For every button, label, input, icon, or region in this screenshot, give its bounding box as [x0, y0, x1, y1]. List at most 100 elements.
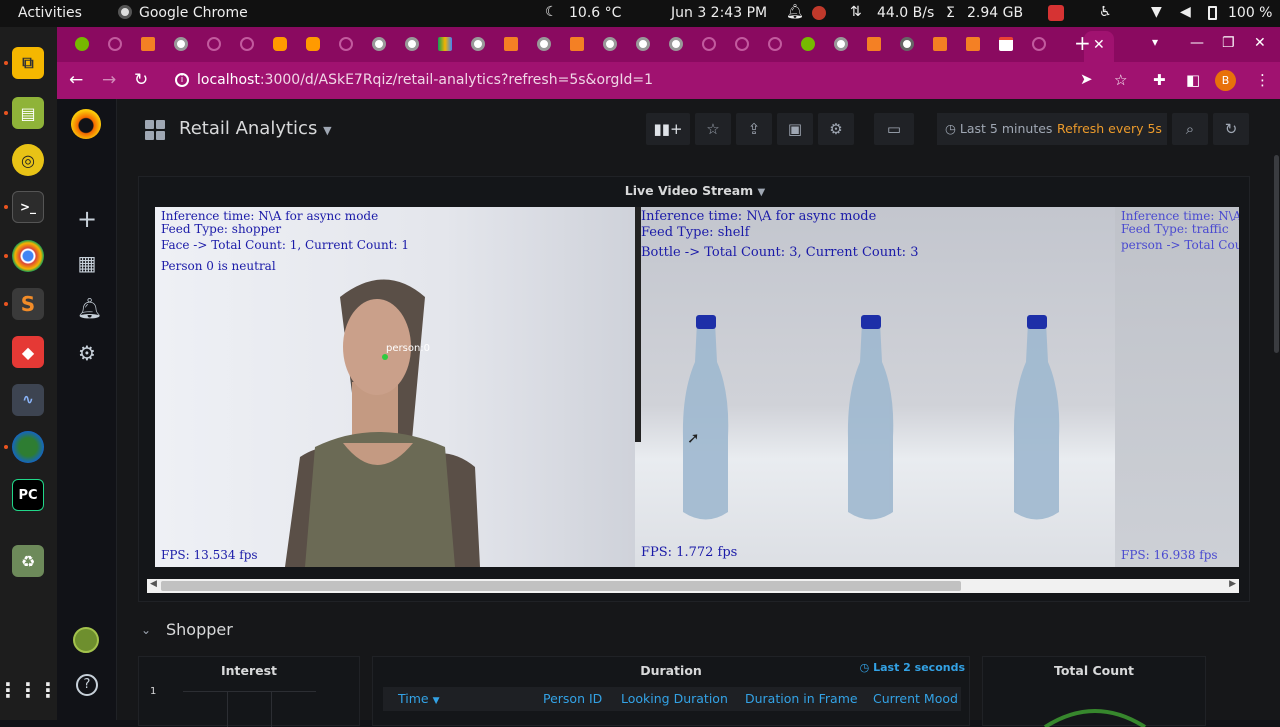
share-dashboard-button[interactable]: ⇪	[736, 113, 772, 145]
new-tab-button[interactable]: +	[1074, 31, 1091, 55]
tab-favicon[interactable]	[537, 37, 551, 51]
close-window-icon[interactable]: ✕	[1254, 35, 1266, 51]
back-arrow-icon[interactable]: ←	[69, 70, 83, 90]
tv-mode-button[interactable]: ▭	[874, 113, 914, 145]
time-range-label[interactable]: ◷ Last 5 minutes	[945, 121, 1052, 136]
tab-favicon[interactable]	[306, 37, 320, 51]
tab-favicon[interactable]	[75, 37, 89, 51]
vertical-scrollbar[interactable]	[1272, 155, 1280, 355]
chrome-dock-icon[interactable]	[12, 240, 44, 272]
tab-favicon[interactable]	[141, 37, 155, 51]
pycharm-app-icon[interactable]: PC	[12, 479, 44, 511]
tab-favicon[interactable]	[207, 37, 221, 51]
dashboard-title[interactable]: Retail Analytics ▼	[179, 118, 332, 139]
clock[interactable]: Jun 3 2:43 PM	[671, 5, 767, 21]
trash-icon[interactable]: ♻	[12, 545, 44, 577]
accessibility-icon[interactable]: ♿︎	[1099, 4, 1112, 20]
tab-favicon[interactable]	[240, 37, 254, 51]
dashboard-settings-button[interactable]: ⚙	[818, 113, 854, 145]
tab-favicon[interactable]	[570, 37, 584, 51]
bookmark-star-icon[interactable]: ☆	[1114, 71, 1127, 89]
sublime-app-icon[interactable]: S	[12, 288, 44, 320]
help-icon[interactable]: ?	[76, 674, 98, 696]
tab-favicon[interactable]	[933, 37, 947, 51]
tab-favicon[interactable]	[372, 37, 386, 51]
tab-favicon[interactable]	[471, 37, 485, 51]
tab-favicon[interactable]	[900, 37, 914, 51]
activities-button[interactable]: Activities	[18, 5, 82, 21]
scroll-left-arrow-icon[interactable]: ◀	[150, 579, 157, 589]
restore-icon[interactable]: ❐	[1222, 35, 1235, 51]
column-header-person-id[interactable]: Person ID	[543, 691, 602, 706]
minimize-icon[interactable]: —	[1190, 35, 1204, 51]
tab-favicon[interactable]	[801, 37, 815, 51]
grafana-logo-icon[interactable]	[71, 109, 101, 139]
column-header-duration-in-frame[interactable]: Duration in Frame	[745, 691, 858, 706]
side-panel-icon[interactable]: ◧	[1186, 71, 1200, 89]
files-app-icon[interactable]: ▤	[12, 97, 44, 129]
tab-favicon[interactable]	[636, 37, 650, 51]
tab-favicon[interactable]	[669, 37, 683, 51]
panel-title[interactable]: Interest	[139, 663, 359, 678]
anydesk-app-icon[interactable]: ◆	[12, 336, 44, 368]
configuration-gear-icon[interactable]: ⚙	[77, 341, 97, 365]
site-info-icon[interactable]: i	[175, 73, 189, 87]
forward-arrow-icon[interactable]: →	[102, 70, 116, 90]
tab-favicon[interactable]	[405, 37, 419, 51]
reload-icon[interactable]: ↻	[134, 70, 148, 90]
tab-favicon[interactable]	[273, 37, 287, 51]
scroll-right-arrow-icon[interactable]: ▶	[1229, 579, 1236, 589]
add-panel-button[interactable]: ▮▮+	[646, 113, 690, 145]
refresh-button[interactable]: ↻	[1213, 113, 1249, 145]
collapse-chevron-icon[interactable]: ⌄	[141, 623, 151, 637]
tab-favicon[interactable]	[504, 37, 518, 51]
drive-tab-favicon[interactable]	[438, 37, 452, 51]
weather-temp[interactable]: 10.6 °C	[569, 5, 621, 21]
tab-favicon[interactable]	[339, 37, 353, 51]
save-dashboard-button[interactable]: ▣	[777, 113, 813, 145]
browser-globe-icon[interactable]	[12, 431, 44, 463]
time-picker[interactable]: ◷ Last 5 minutes Refresh every 5s	[937, 113, 1167, 145]
tab-favicon[interactable]	[1032, 37, 1046, 51]
tab-favicon[interactable]	[768, 37, 782, 51]
tab-favicon[interactable]	[834, 37, 848, 51]
rhythmbox-app-icon[interactable]: ◎	[12, 144, 44, 176]
anydesk-tray-icon[interactable]	[1048, 5, 1064, 21]
wifi-icon[interactable]: ▼	[1151, 4, 1162, 20]
close-tab-icon[interactable]: ✕	[1093, 37, 1105, 53]
zoom-out-search-icon[interactable]: ⌕	[1172, 113, 1208, 145]
battery-level[interactable]: 100 %	[1228, 5, 1272, 21]
volume-icon[interactable]: ◀	[1180, 4, 1191, 20]
alerting-bell-icon[interactable]: 🔔︎	[77, 296, 102, 320]
record-icon[interactable]	[812, 6, 826, 20]
star-dashboard-button[interactable]: ☆	[695, 113, 731, 145]
show-apps-icon[interactable]: ⋮⋮⋮	[0, 674, 58, 706]
extensions-puzzle-icon[interactable]: ✚	[1153, 71, 1166, 89]
tab-favicon[interactable]	[174, 37, 188, 51]
terminal-app-icon[interactable]: >_	[12, 191, 44, 223]
dashboards-grid-icon[interactable]: ▦	[77, 251, 97, 275]
tab-favicon[interactable]	[867, 37, 881, 51]
scrollbar-thumb[interactable]	[161, 581, 961, 591]
tab-favicon[interactable]	[966, 37, 980, 51]
system-monitor-icon[interactable]: ∿	[12, 384, 44, 416]
share-send-icon[interactable]: ➤	[1080, 70, 1093, 88]
row-title[interactable]: Shopper	[166, 620, 233, 639]
url-text[interactable]: localhost:3000/d/ASkE7Rqiz/retail-analyt…	[197, 72, 653, 88]
profile-avatar[interactable]: B	[1215, 70, 1236, 91]
column-header-time[interactable]: Time ▼	[398, 691, 440, 706]
tab-search-chevron-icon[interactable]: ▾	[1152, 35, 1158, 49]
bell-icon[interactable]: 🔔︎	[786, 4, 804, 20]
user-avatar[interactable]	[73, 627, 99, 653]
chrome-menu-icon[interactable]: ⋮	[1255, 71, 1270, 89]
tab-favicon[interactable]	[603, 37, 617, 51]
git-app-icon[interactable]: ⧉	[12, 47, 44, 79]
tab-favicon[interactable]	[735, 37, 749, 51]
tab-favicon[interactable]	[702, 37, 716, 51]
column-header-looking-duration[interactable]: Looking Duration	[621, 691, 728, 706]
horizontal-scrollbar[interactable]: ◀ ▶	[147, 579, 1239, 593]
panel-title[interactable]: Live Video Stream ▼	[139, 183, 1251, 198]
create-plus-icon[interactable]: +	[77, 205, 97, 233]
app-menu[interactable]: Google Chrome	[139, 5, 248, 21]
tab-favicon[interactable]	[108, 37, 122, 51]
